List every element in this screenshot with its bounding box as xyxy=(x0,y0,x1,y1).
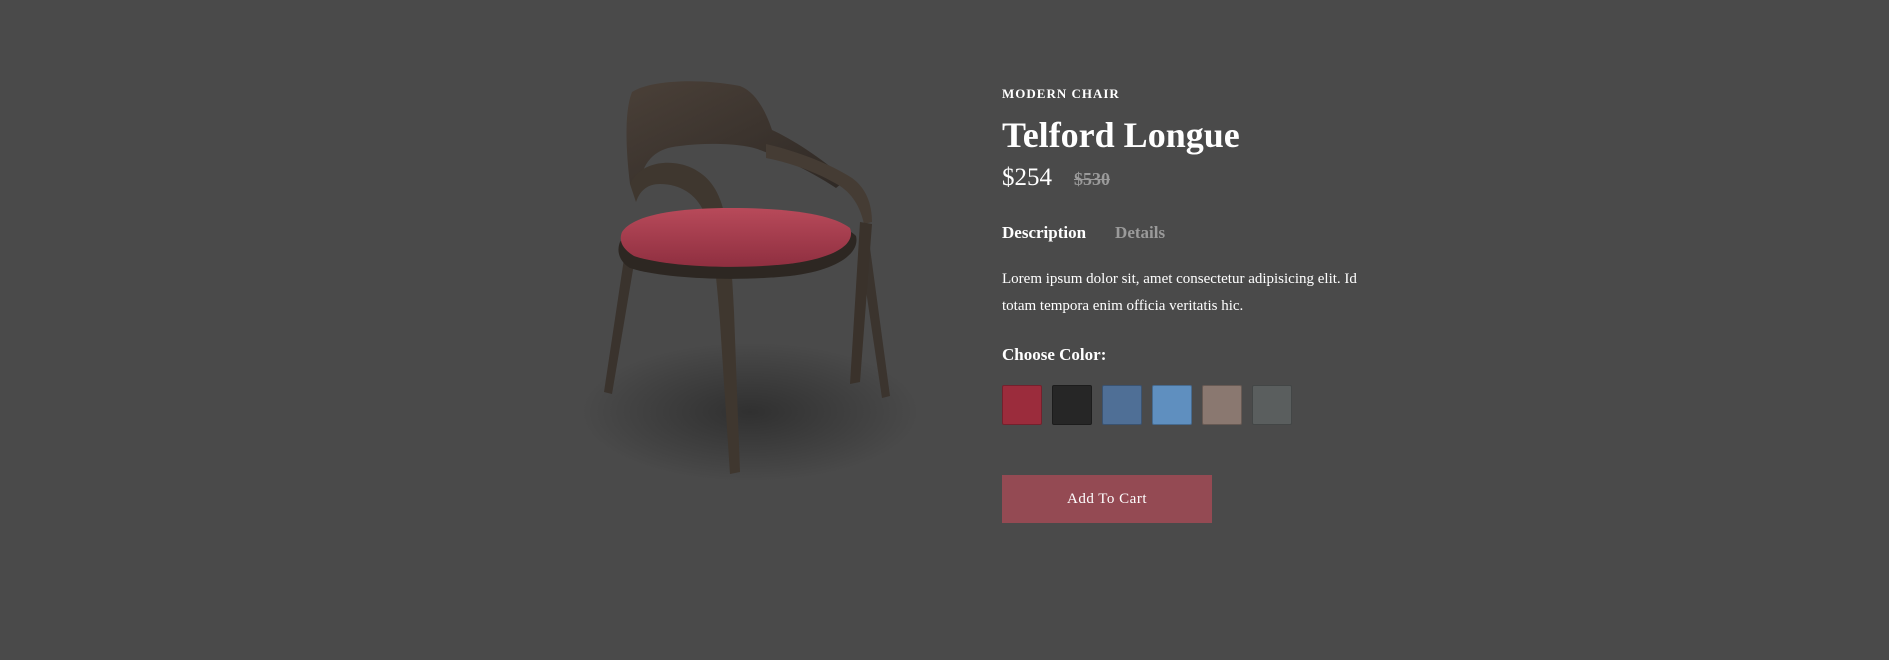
swatch-taupe[interactable] xyxy=(1202,385,1242,425)
product-image xyxy=(560,72,960,512)
old-price: $530 xyxy=(1074,169,1110,189)
color-swatches xyxy=(1002,385,1422,425)
product-details: MODERN CHAIR Telford Longue $254 $530 De… xyxy=(1002,86,1422,523)
swatch-red[interactable] xyxy=(1002,385,1042,425)
choose-color-label: Choose Color: xyxy=(1002,345,1107,364)
product-title: Telford Longue xyxy=(1002,115,1240,155)
product-description: Lorem ipsum dolor sit, amet consectetur … xyxy=(1002,271,1357,314)
add-to-cart-button[interactable]: Add To Cart xyxy=(1002,475,1212,523)
price-row: $254 $530 xyxy=(1002,164,1422,200)
product-tabs: Description Details xyxy=(1002,220,1422,246)
product-category: MODERN CHAIR xyxy=(1002,86,1120,101)
swatch-gray[interactable] xyxy=(1252,385,1292,425)
swatch-blue-denim[interactable] xyxy=(1102,385,1142,425)
swatch-black[interactable] xyxy=(1052,385,1092,425)
tab-description[interactable]: Description xyxy=(1002,223,1086,243)
swatch-light-blue[interactable] xyxy=(1152,385,1192,425)
current-price: $254 xyxy=(1002,164,1052,191)
tab-details[interactable]: Details xyxy=(1115,223,1165,243)
